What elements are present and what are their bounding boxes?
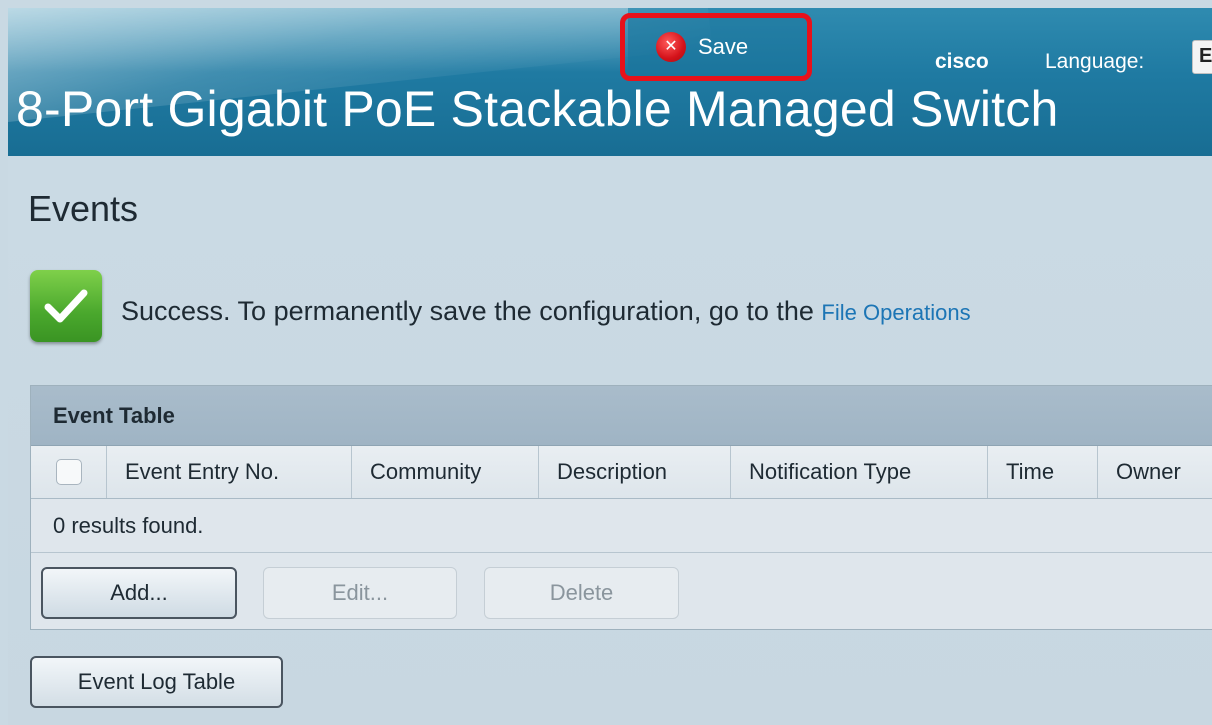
event-log-table-button[interactable]: Event Log Table <box>30 656 283 708</box>
success-message: Success. To permanently save the configu… <box>121 296 971 327</box>
select-all-cell <box>31 446 107 498</box>
column-header-time[interactable]: Time <box>988 446 1098 498</box>
user-name[interactable]: cisco <box>935 50 989 74</box>
edit-button[interactable]: Edit... <box>263 567 457 619</box>
success-message-text: Success. To permanently save the configu… <box>121 296 822 326</box>
table-button-row: Add... Edit... Delete <box>31 553 1212 628</box>
language-select[interactable]: E <box>1192 40 1212 74</box>
table-header-row: Event Entry No. Community Description No… <box>31 446 1212 499</box>
table-caption: Event Table <box>31 386 1212 446</box>
column-header-community[interactable]: Community <box>352 446 539 498</box>
results-count: 0 results found. <box>31 499 1212 553</box>
page-title: Events <box>28 188 139 229</box>
header-banner: ✕ Save cisco Language: E 8-Port Gigabit … <box>8 8 1212 156</box>
app-window: ✕ Save cisco Language: E 8-Port Gigabit … <box>0 0 1212 725</box>
event-table: Event Table Event Entry No. Community De… <box>30 385 1212 630</box>
product-title: 8-Port Gigabit PoE Stackable Managed Swi… <box>16 81 1059 137</box>
checkmark-icon <box>30 270 102 342</box>
language-label: Language: <box>1045 50 1145 73</box>
save-button[interactable]: ✕ Save <box>656 32 748 62</box>
file-operations-link[interactable]: File Operations <box>821 300 970 325</box>
column-header-notification-type[interactable]: Notification Type <box>731 446 988 498</box>
delete-button[interactable]: Delete <box>484 567 679 619</box>
main-content: Events Success. To permanently save the … <box>8 156 1212 725</box>
column-header-description[interactable]: Description <box>539 446 731 498</box>
column-header-event-entry-no[interactable]: Event Entry No. <box>107 446 352 498</box>
header-sheen-top <box>8 8 628 72</box>
x-circle-icon: ✕ <box>656 32 686 62</box>
checkmark-glyph <box>44 289 88 323</box>
add-button[interactable]: Add... <box>41 567 237 619</box>
select-all-checkbox[interactable] <box>55 459 82 485</box>
save-label: Save <box>698 34 749 59</box>
column-header-owner[interactable]: Owner <box>1098 446 1212 498</box>
